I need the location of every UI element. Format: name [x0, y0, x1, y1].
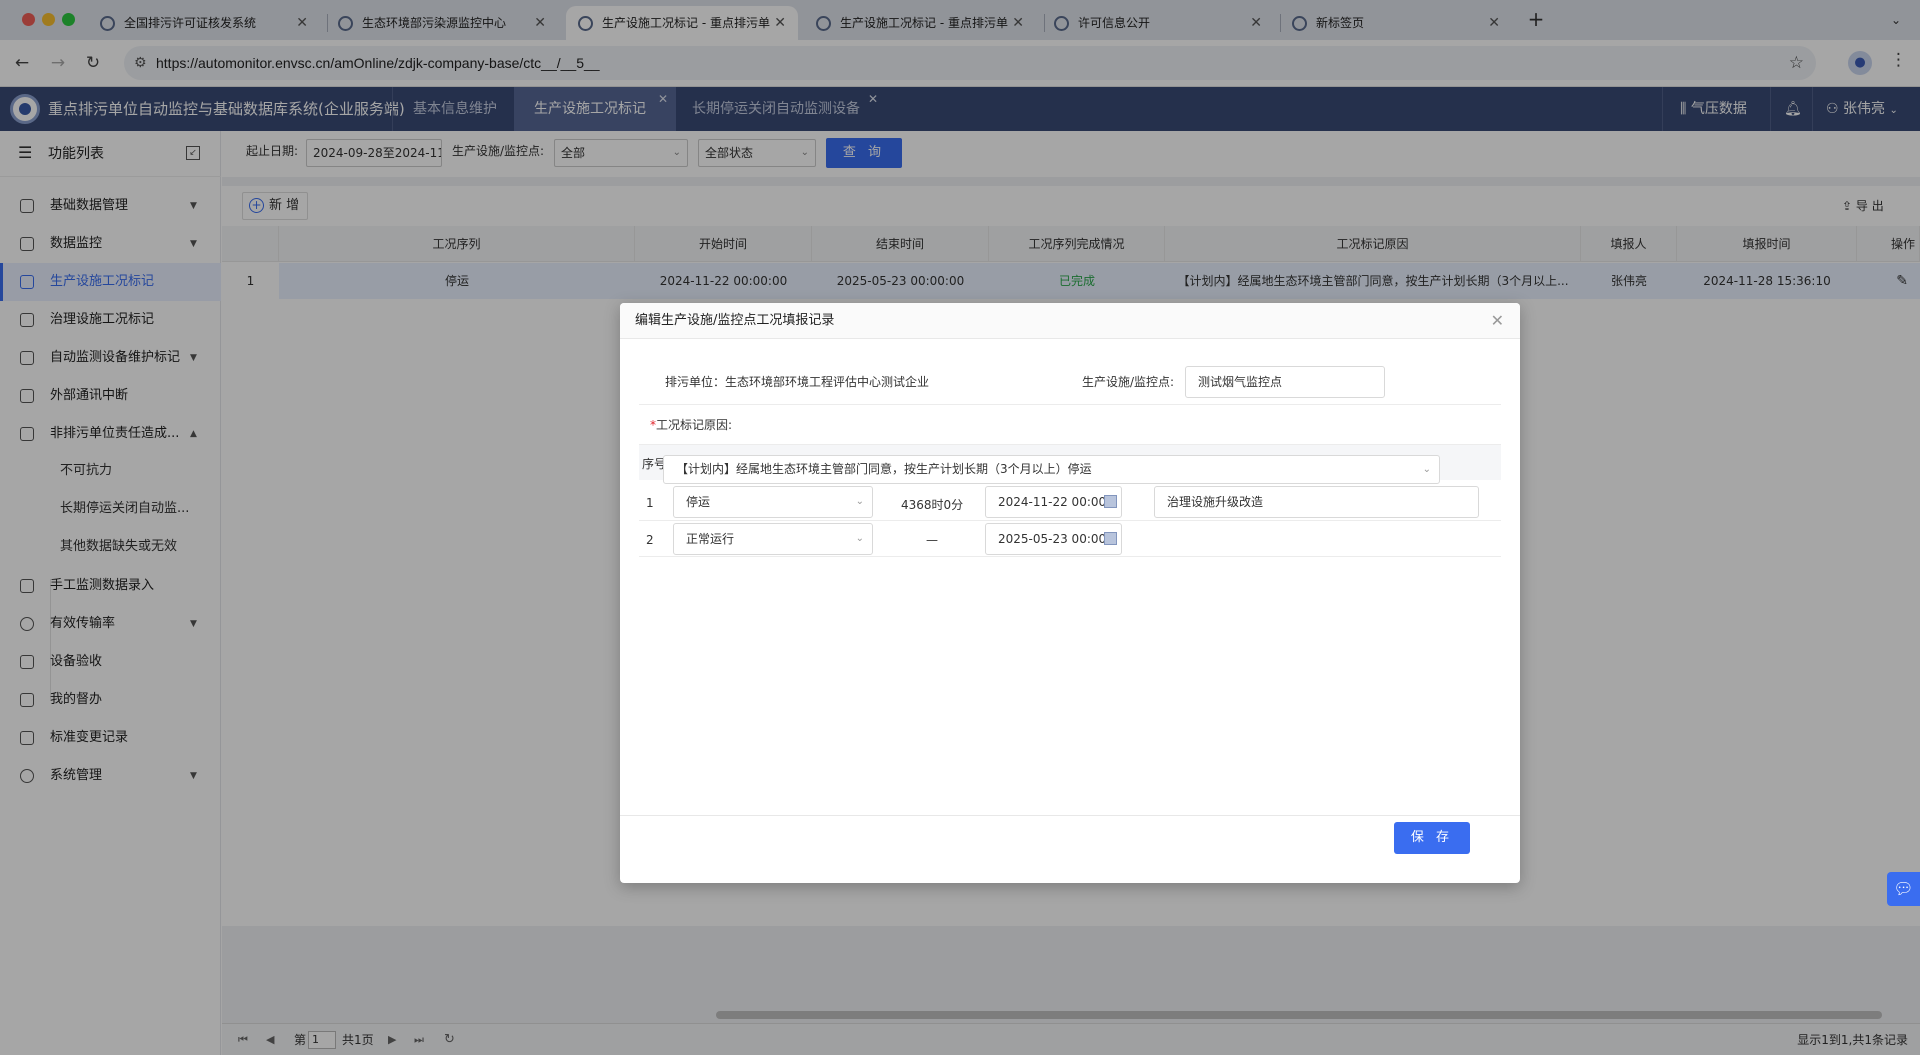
calendar-icon[interactable]: [1104, 532, 1117, 545]
chevron-down-icon: ⌄: [1422, 464, 1431, 475]
row-time-input[interactable]: 2024-11-22 00:00: [985, 486, 1122, 518]
close-icon[interactable]: ✕: [1491, 303, 1504, 339]
row-status-select[interactable]: 停运 ⌄: [673, 486, 873, 518]
dialog-header: 编辑生产设施/监控点工况填报记录 ✕: [620, 303, 1520, 339]
duration-text: 4368时0分: [901, 498, 964, 512]
chat-icon[interactable]: 💬︎: [1887, 872, 1920, 906]
row-time-input[interactable]: 2025-05-23 00:00: [985, 523, 1122, 555]
reason-select[interactable]: 【计划内】经属地生态环境主管部门同意，按生产计划长期（3个月以上）停运 ⌄: [663, 455, 1440, 484]
edit-record-dialog: 编辑生产设施/监控点工况填报记录 ✕ 排污单位：生态环境部环境工程评估中心测试企…: [620, 303, 1520, 883]
chevron-down-icon: ⌄: [855, 496, 864, 507]
facility-label: 生产设施/监控点:: [1082, 375, 1175, 389]
row-note-input[interactable]: 治理设施升级改造: [1154, 486, 1479, 518]
facility-field[interactable]: 测试烟气监控点: [1185, 366, 1385, 398]
chevron-down-icon: ⌄: [855, 533, 864, 544]
duration-text: —: [926, 533, 938, 547]
row-status-select[interactable]: 正常运行 ⌄: [673, 523, 873, 555]
reason-label: *工况标记原因:: [650, 418, 733, 432]
calendar-icon[interactable]: [1104, 495, 1117, 508]
save-button[interactable]: 保 存: [1394, 822, 1470, 854]
dialog-title: 编辑生产设施/监控点工况填报记录: [635, 313, 835, 328]
unit-label: 排污单位：生态环境部环境工程评估中心测试企业: [665, 375, 930, 389]
